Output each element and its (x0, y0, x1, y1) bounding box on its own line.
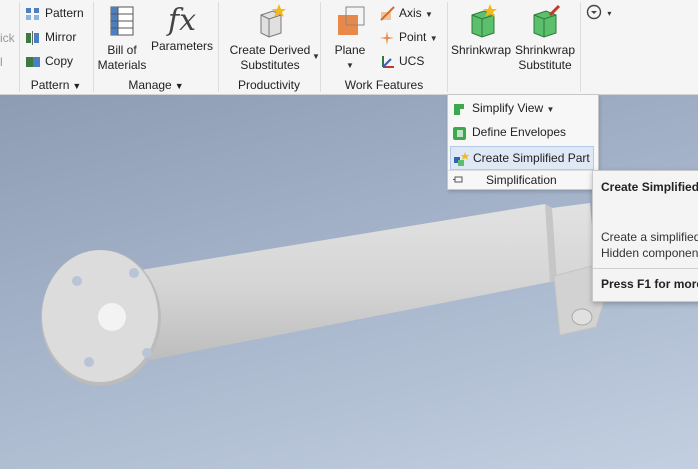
partial-button-bottom[interactable]: l (0, 52, 3, 72)
pattern-icon (26, 7, 39, 20)
ribbon: ick l Pattern Mirror Copy Pattern ▼ Bill … (0, 0, 698, 95)
define-envelopes-icon (453, 126, 466, 140)
simplification-panel-label[interactable]: Simplification (448, 170, 598, 190)
tooltip-desc-line: Hidden componen (601, 246, 698, 260)
tooltip-desc-line: Create a simplified (601, 230, 698, 244)
tooltip: Create Simplified Create a simplified Hi… (592, 170, 698, 302)
bill-of-materials-icon (110, 6, 134, 36)
chevron-down-icon: ▼ (425, 10, 433, 19)
plane-icon (338, 6, 365, 35)
tooltip-help: Press F1 for more (601, 277, 698, 291)
fx-icon: fx (167, 3, 197, 38)
bolt-hole (142, 348, 152, 358)
shrinkwrap-label: Shrinkwrap (450, 43, 512, 57)
bom-label-2: Materials (97, 58, 147, 72)
mirror-icon (26, 30, 39, 45)
point-label: Point (399, 30, 427, 44)
simplify-view-label: Simplify View (472, 101, 544, 115)
end-hole (571, 308, 593, 326)
derived-label-1: Create Derived (229, 43, 311, 57)
create-derived-substitutes-button[interactable]: Create Derived Substitutes (226, 3, 314, 73)
bolt-hole (72, 276, 82, 286)
create-simplified-part-item[interactable]: Create Simplified Part (450, 146, 594, 170)
axis-label: Axis (399, 6, 422, 20)
chevron-down-icon: ▾ (607, 9, 612, 18)
shrinkwrap-substitute-icon (533, 4, 561, 38)
define-envelopes-item[interactable]: Define Envelopes (452, 121, 566, 143)
copy-label: Copy (45, 54, 74, 68)
point-icon (380, 30, 394, 45)
partial-button-top[interactable]: ick (0, 28, 15, 48)
tooltip-description: Create a simplified Hidden componen (601, 229, 698, 261)
circle-chevron-down-icon (586, 4, 602, 20)
plane-button[interactable]: Plane ▼ (328, 3, 372, 73)
chevron-down-icon: ▼ (429, 34, 438, 43)
bolt-hole (84, 357, 94, 367)
pin-icon (453, 176, 463, 183)
shrinkwrap-substitute-button[interactable]: Shrinkwrap Substitute (513, 3, 577, 73)
chevron-down-icon: ▼ (546, 105, 555, 114)
chevron-down-icon: ▼ (72, 81, 82, 91)
manage-panel-title: Manage (128, 78, 172, 92)
pattern-panel-label[interactable]: Pattern ▼ (20, 77, 92, 93)
pattern-button[interactable]: Pattern (25, 3, 84, 23)
chevron-down-icon[interactable]: ▼ (312, 52, 320, 61)
simplification-dropdown: Simplify View ▼ Define Envelopes Create … (447, 94, 599, 190)
overflow-menu-button[interactable]: ▾ (586, 4, 611, 25)
axis-icon (380, 6, 395, 21)
shrinkwrap-icon (471, 4, 497, 38)
copy-icon (26, 56, 40, 67)
work-features-panel-label: Work Features (344, 78, 424, 92)
axis-button[interactable]: Axis ▼ (379, 3, 433, 23)
simplify-view-item[interactable]: Simplify View ▼ (452, 97, 554, 119)
tooltip-title: Create Simplified (601, 180, 698, 194)
shrinkwrap-sub-label-1: Shrinkwrap (514, 43, 576, 57)
shrinkwrap-button[interactable]: Shrinkwrap (450, 3, 512, 58)
flange-center-hole (98, 303, 126, 331)
derived-label-2: Substitutes (240, 58, 300, 72)
pattern-label: Pattern (45, 6, 84, 20)
create-derived-substitutes-icon (260, 4, 286, 38)
mirror-button[interactable]: Mirror (25, 27, 76, 47)
ucs-icon (382, 55, 394, 68)
chevron-down-icon: ▼ (174, 81, 184, 91)
copy-button[interactable]: Copy (25, 51, 73, 71)
bolt-hole (129, 268, 139, 278)
tooltip-divider (593, 268, 698, 269)
create-simplified-part-icon (454, 151, 469, 166)
simplification-panel-title: Simplification (486, 173, 557, 187)
manage-panel-label[interactable]: Manage ▼ (94, 77, 218, 93)
bom-label-1: Bill of (107, 43, 137, 57)
ucs-button[interactable]: UCS (379, 51, 424, 71)
simplify-view-icon (454, 103, 464, 115)
chevron-down-icon: ▼ (346, 61, 354, 70)
shaft (110, 203, 596, 360)
bill-of-materials-button[interactable]: Bill of Materials (97, 3, 147, 73)
divider (580, 2, 581, 92)
shrinkwrap-sub-label-2: Substitute (518, 58, 572, 72)
mirror-label: Mirror (45, 30, 77, 44)
pattern-panel-title: Pattern (30, 78, 70, 92)
create-simplified-part-label: Create Simplified Part (473, 151, 590, 165)
productivity-panel-label: Productivity (237, 78, 301, 92)
parameters-button[interactable]: fx Parameters (150, 3, 214, 54)
point-button[interactable]: Point ▼ (379, 27, 438, 47)
ucs-label: UCS (399, 54, 425, 68)
define-envelopes-label: Define Envelopes (472, 125, 567, 139)
parameters-label: Parameters (150, 39, 214, 53)
divider (447, 2, 448, 92)
plane-label: Plane (334, 43, 366, 57)
